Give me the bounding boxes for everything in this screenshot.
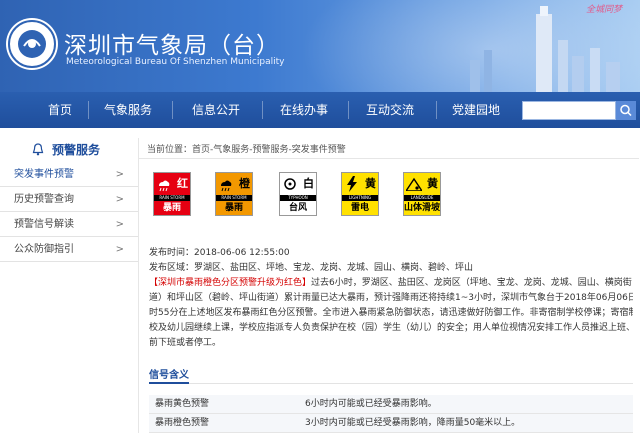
table-cell-name: 暴雨橙色预警 (155, 418, 210, 428)
signal-name: 雷电 (342, 201, 378, 215)
signal-name: 台风 (280, 201, 316, 215)
signal-name: 暴雨 (154, 201, 190, 215)
signal-rainstorm-orange[interactable]: 橙 RAIN STORM 暴雨 (215, 172, 253, 216)
meteorological-logo-icon[interactable] (4, 16, 60, 72)
signal-meaning-table: 暴雨黄色预警 6小时内可能或已经受暴雨影响。 暴雨橙色预警 3小时内可能或已经受… (149, 395, 633, 433)
signal-lightning-yellow[interactable]: 黄 LIGHTNING 雷电 (341, 172, 379, 216)
sidebar-item-label: 突发事件预警 (14, 169, 74, 180)
warning-text-line: 【深圳市暴雨橙色分区预警升级为红色】过去6小时，罗湖区、盐田区、龙岗区（坪地、宝… (149, 276, 633, 291)
signal-rainstorm-red[interactable]: 红 RAIN STORM 暴雨 (153, 172, 191, 216)
breadcrumb: 当前位置：首页-气象服务-预警服务-突发事件预警 (147, 145, 346, 155)
nav-item-interaction[interactable]: 互动交流 (366, 92, 414, 128)
warning-body: 过去6小时，罗湖区、盐田区、龙岗区（坪地、宝龙、龙岗、龙城、园山、横岗街 (311, 278, 632, 288)
brand-logo-text: 全城同梦 (586, 5, 623, 15)
warning-body: 时55分在上述地区发布暴雨红色分区预警。全市进入暴雨紧急防御状态，请迅速做好防御… (149, 308, 633, 318)
sidebar-title-text: 预警服务 (52, 143, 101, 157)
site-title: 深圳市气象局（台） (64, 33, 280, 59)
site-header: 深圳市气象局（台） Meteorological Bureau Of Shenz… (0, 0, 640, 92)
lightning-icon (347, 176, 357, 192)
divider (149, 383, 633, 384)
chevron-right-icon: > (115, 244, 124, 255)
publish-time: 发布时间：2018-06-06 12:55:00 (149, 248, 290, 258)
chevron-right-icon: > (115, 219, 124, 230)
sidebar-item-label: 公众防御指引 (14, 244, 74, 255)
table-cell-name: 暴雨黄色预警 (155, 399, 210, 409)
warning-headline: 【深圳市暴雨橙色分区预警升级为红色】 (149, 278, 312, 288)
signal-level-char: 橙 (239, 177, 250, 190)
typhoon-icon (284, 178, 296, 190)
rain-cloud-icon (221, 180, 232, 192)
bell-icon (32, 143, 44, 156)
rain-cloud-icon (159, 180, 170, 192)
divider (139, 158, 639, 159)
nav-separator (436, 101, 437, 119)
sidebar-item-history-query[interactable]: 历史预警查询 > (0, 187, 138, 212)
table-cell-desc: 3小时内可能或已经受暴雨影响，降雨量50毫米以上。 (305, 418, 521, 428)
sidebar-title: 预警服务 (0, 138, 138, 162)
signal-level-char: 黄 (365, 177, 376, 190)
section-underline (149, 382, 189, 384)
nav-item-home[interactable]: 首页 (48, 92, 72, 128)
table-cell-desc: 6小时内可能或已经受暴雨影响。 (305, 399, 437, 409)
signal-landslide-yellow[interactable]: 黄 LANDSLIDE 山体滑坡 (403, 172, 441, 216)
signal-level-char: 黄 (427, 177, 438, 190)
signal-level-char: 白 (303, 177, 314, 190)
chevron-right-icon: > (115, 194, 124, 205)
nav-separator (172, 101, 173, 119)
nav-separator (262, 101, 263, 119)
landslide-icon (406, 177, 422, 191)
main-content: 当前位置：首页-气象服务-预警服务-突发事件预警 红 RAIN STORM 暴雨… (138, 138, 639, 433)
site-subtitle: Meteorological Bureau Of Shenzhen Munici… (66, 57, 285, 67)
sidebar: 预警服务 突发事件预警 > 历史预警查询 > 预警信号解读 > 公众防御指引 > (0, 138, 138, 433)
sidebar-item-emergency-warning[interactable]: 突发事件预警 > (0, 162, 138, 187)
sidebar-item-defense-guide[interactable]: 公众防御指引 > (0, 237, 138, 262)
nav-separator (348, 101, 349, 119)
table-row: 暴雨橙色预警 3小时内可能或已经受暴雨影响，降雨量50毫米以上。 (149, 414, 633, 433)
search-icon (620, 104, 632, 117)
signal-name: 暴雨 (216, 201, 252, 215)
nav-item-info-disclosure[interactable]: 信息公开 (192, 92, 240, 128)
signal-level-char: 红 (177, 177, 188, 190)
nav-separator (88, 101, 89, 119)
nav-item-party-building[interactable]: 党建园地 (452, 92, 500, 128)
nav-item-weather-service[interactable]: 气象服务 (104, 92, 152, 128)
signal-name: 山体滑坡 (404, 201, 440, 215)
table-row: 暴雨黄色预警 6小时内可能或已经受暴雨影响。 (149, 395, 633, 414)
sidebar-item-signal-explanation[interactable]: 预警信号解读 > (0, 212, 138, 237)
publish-area: 发布区域：罗湖区、盐田区、坪地、宝龙、龙岗、龙城、园山、横岗、碧岭、坪山 (149, 263, 474, 273)
section-title-signal-meaning: 信号含义 (149, 370, 189, 381)
warning-info: 发布时间：2018-06-06 12:55:00 发布区域：罗湖区、盐田区、坪地… (149, 246, 633, 351)
nav-item-online-services[interactable]: 在线办事 (280, 92, 328, 128)
warning-body: 校及幼儿园继续上课，学校应指派专人负责保护在校（园）学生（幼儿）的安全；用人单位… (149, 323, 633, 333)
main-nav: 首页 气象服务 信息公开 在线办事 互动交流 党建园地 (0, 92, 640, 128)
sidebar-item-label: 历史预警查询 (14, 194, 74, 205)
search-input[interactable] (522, 101, 616, 120)
signal-typhoon-white[interactable]: 白 TYPHOON 台风 (279, 172, 317, 216)
chevron-right-icon: > (115, 169, 124, 180)
sidebar-item-label: 预警信号解读 (14, 219, 74, 230)
search-button[interactable] (616, 101, 636, 120)
warning-body: 前下班或者停工。 (149, 338, 222, 348)
warning-body: 道）和坪山区（碧岭、坪山街道）累计雨量已达大暴雨，预计强降雨还将持续1~3小时，… (149, 293, 633, 303)
